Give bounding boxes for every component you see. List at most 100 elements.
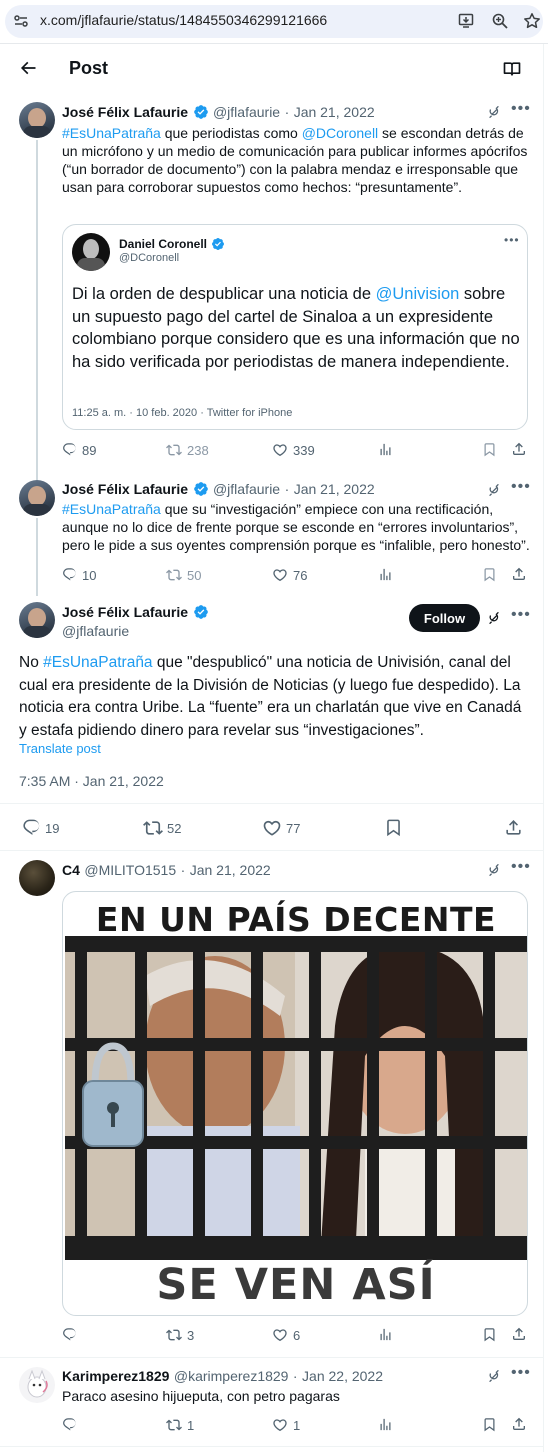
separator-dot: · bbox=[180, 862, 186, 878]
separator-dot: · bbox=[284, 481, 290, 497]
quoted-tweet[interactable]: Daniel Coronell @DCoronell ••• Di la ord… bbox=[62, 224, 528, 430]
browser-toolbar: x.com/jflafaurie/status/1484550346299121… bbox=[0, 0, 548, 44]
bookmark-icon[interactable] bbox=[384, 818, 403, 837]
more-options-icon[interactable]: ••• bbox=[511, 1364, 531, 1382]
verified-badge-icon bbox=[193, 604, 209, 620]
author-name[interactable]: José Félix Lafaurie bbox=[62, 604, 188, 620]
bookmark-icon[interactable] bbox=[482, 1417, 497, 1432]
views-icon[interactable] bbox=[378, 442, 393, 457]
post-date[interactable]: Jan 21, 2022 bbox=[190, 862, 271, 878]
reply-count: 19 bbox=[45, 821, 60, 836]
like-icon[interactable] bbox=[262, 818, 282, 838]
share-icon[interactable] bbox=[511, 441, 527, 457]
more-options-icon[interactable]: ••• bbox=[511, 858, 531, 876]
site-settings-icon[interactable] bbox=[13, 13, 29, 29]
share-icon[interactable] bbox=[511, 1416, 527, 1432]
reply-icon[interactable] bbox=[62, 442, 77, 457]
views-icon[interactable] bbox=[378, 1327, 393, 1342]
repost-count: 3 bbox=[187, 1328, 195, 1343]
like-icon[interactable] bbox=[272, 442, 288, 458]
bookmark-icon[interactable] bbox=[482, 442, 497, 457]
tweet-header: José Félix Lafaurie @jflafaurie · Jan 21… bbox=[62, 104, 375, 122]
share-icon[interactable] bbox=[511, 566, 527, 582]
reply-icon[interactable] bbox=[62, 1417, 77, 1432]
grok-icon[interactable] bbox=[486, 610, 502, 626]
repost-icon[interactable] bbox=[166, 442, 182, 458]
like-icon[interactable] bbox=[272, 1417, 288, 1433]
reply-icon[interactable] bbox=[22, 818, 41, 837]
author-handle[interactable]: @karimperez1829 bbox=[174, 1368, 289, 1384]
post-date[interactable]: Jan 22, 2022 bbox=[302, 1368, 383, 1384]
image-caption-top: EN UN PAÍS DECENTE bbox=[95, 900, 497, 939]
repost-icon[interactable] bbox=[166, 1327, 182, 1343]
repost-icon[interactable] bbox=[166, 567, 182, 583]
action-bar: 3 6 bbox=[62, 1326, 528, 1346]
hashtag-link[interactable]: #EsUnaPatraña bbox=[62, 501, 161, 517]
hashtag-link[interactable]: #EsUnaPatraña bbox=[62, 125, 161, 141]
avatar[interactable] bbox=[19, 102, 55, 138]
like-icon[interactable] bbox=[272, 567, 288, 583]
author-name[interactable]: José Félix Lafaurie bbox=[62, 481, 188, 497]
like-count: 76 bbox=[293, 568, 308, 583]
text-segment: que periodistas como bbox=[160, 125, 302, 141]
thread-line bbox=[36, 140, 38, 480]
divider bbox=[0, 1446, 544, 1447]
text-segment: No bbox=[19, 654, 44, 671]
grok-icon[interactable] bbox=[486, 482, 502, 498]
bookmark-star-icon[interactable] bbox=[523, 12, 541, 30]
grok-icon[interactable] bbox=[486, 104, 502, 120]
post-timestamp[interactable]: 7:35 AM · Jan 21, 2022 bbox=[19, 773, 164, 789]
back-arrow-icon[interactable] bbox=[18, 58, 38, 78]
follow-button[interactable]: Follow bbox=[409, 604, 480, 632]
grok-icon[interactable] bbox=[486, 1368, 502, 1384]
avatar[interactable] bbox=[19, 602, 55, 638]
url-text[interactable]: x.com/jflafaurie/status/1484550346299121… bbox=[40, 12, 327, 28]
reply-icon[interactable] bbox=[62, 567, 77, 582]
bookmark-icon[interactable] bbox=[482, 567, 497, 582]
author-name[interactable]: C4 bbox=[62, 862, 80, 878]
avatar[interactable] bbox=[19, 1367, 55, 1403]
more-options-icon[interactable]: ••• bbox=[511, 478, 531, 496]
bookmark-icon[interactable] bbox=[482, 1327, 497, 1342]
column-border bbox=[543, 44, 544, 1452]
avatar[interactable] bbox=[19, 860, 55, 896]
main-author: José Félix Lafaurie bbox=[62, 604, 209, 622]
post-date[interactable]: Jan 21, 2022 bbox=[294, 481, 375, 497]
more-options-icon[interactable]: ••• bbox=[504, 233, 520, 247]
like-count: 6 bbox=[293, 1328, 301, 1343]
translate-link[interactable]: Translate post bbox=[19, 741, 101, 756]
reply-icon[interactable] bbox=[62, 1327, 77, 1342]
hashtag-link[interactable]: #EsUnaPatraña bbox=[43, 654, 152, 671]
views-icon[interactable] bbox=[378, 567, 393, 582]
grok-icon[interactable] bbox=[486, 862, 502, 878]
repost-count: 50 bbox=[187, 568, 202, 583]
more-options-icon[interactable]: ••• bbox=[511, 100, 531, 118]
views-icon[interactable] bbox=[378, 1417, 393, 1432]
author-handle[interactable]: @jflafaurie bbox=[62, 623, 129, 639]
author-name[interactable]: José Félix Lafaurie bbox=[62, 104, 188, 120]
zoom-icon[interactable] bbox=[491, 12, 509, 30]
post-image[interactable]: EN UN PAÍS DECENTE SE VEN ASÍ bbox=[62, 891, 528, 1316]
mention-link[interactable]: @Univision bbox=[376, 285, 460, 303]
author-name[interactable]: Karimperez1829 bbox=[62, 1368, 169, 1384]
verified-badge-icon bbox=[193, 104, 209, 120]
repost-icon[interactable] bbox=[143, 818, 163, 838]
share-icon[interactable] bbox=[511, 1326, 527, 1342]
mention-link[interactable]: @DCoronell bbox=[302, 125, 378, 141]
reader-mode-icon[interactable] bbox=[502, 59, 522, 79]
separator-dot: · bbox=[284, 104, 290, 120]
more-options-icon[interactable]: ••• bbox=[511, 606, 531, 624]
author-handle[interactable]: @jflafaurie bbox=[213, 104, 280, 120]
like-icon[interactable] bbox=[272, 1327, 288, 1343]
post-date[interactable]: Jan 21, 2022 bbox=[294, 104, 375, 120]
repost-icon[interactable] bbox=[166, 1417, 182, 1433]
author-handle[interactable]: @MILITO1515 bbox=[84, 862, 176, 878]
tweet-text: #EsUnaPatraña que su “investigación” emp… bbox=[62, 500, 532, 554]
action-bar: 10 50 76 bbox=[62, 566, 528, 586]
tweet-header: Karimperez1829 @karimperez1829 · Jan 22,… bbox=[62, 1368, 383, 1386]
avatar[interactable] bbox=[19, 480, 55, 516]
share-icon[interactable] bbox=[504, 818, 523, 837]
install-app-icon[interactable] bbox=[458, 12, 476, 30]
reply-count: 89 bbox=[82, 443, 97, 458]
author-handle[interactable]: @jflafaurie bbox=[213, 481, 280, 497]
